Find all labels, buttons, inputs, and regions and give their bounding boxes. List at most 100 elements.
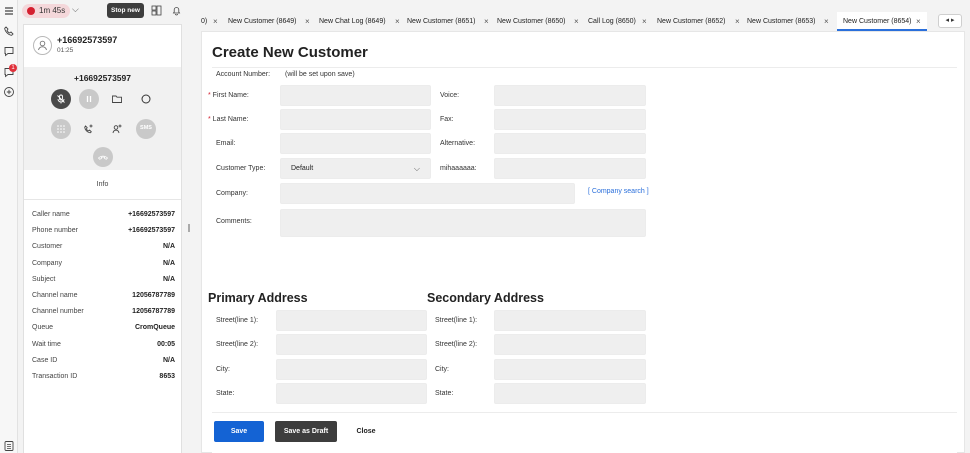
tab-item[interactable]: New Chat Log (8649) × bbox=[319, 12, 407, 31]
close-icon[interactable]: × bbox=[642, 12, 647, 31]
tab-scroll-arrows[interactable]: ◂ ▸ bbox=[938, 14, 962, 28]
detail-key: Channel number bbox=[32, 308, 84, 315]
chevron-down-icon[interactable]: ⌵ bbox=[72, 4, 79, 15]
alternative-input[interactable] bbox=[494, 133, 646, 154]
record-button[interactable] bbox=[136, 89, 156, 109]
alternative-label: Alternative: bbox=[440, 140, 476, 147]
detail-key: Caller name bbox=[32, 211, 70, 218]
primary-street1-input[interactable] bbox=[276, 310, 427, 331]
voice-label: Voice: bbox=[440, 92, 460, 99]
add-participant-button[interactable] bbox=[107, 119, 127, 139]
sms-label: SMS bbox=[140, 125, 152, 131]
dialpad-button[interactable] bbox=[51, 119, 71, 139]
detail-row: Caller name +16692573597 bbox=[32, 211, 175, 222]
primary-street1-label: Street(line 1): bbox=[216, 317, 259, 324]
fax-input[interactable] bbox=[494, 109, 646, 130]
detail-row: Case ID N/A bbox=[32, 357, 175, 368]
close-icon[interactable]: × bbox=[735, 12, 740, 31]
detail-value: 00:05 bbox=[157, 341, 175, 348]
tab-item[interactable]: New Customer (8651) × bbox=[407, 12, 497, 31]
close-icon[interactable]: × bbox=[213, 12, 218, 31]
secondary-city-input[interactable] bbox=[494, 359, 646, 380]
primary-street2-label: Street(line 2): bbox=[216, 341, 259, 348]
mute-button[interactable] bbox=[51, 89, 71, 109]
tab-item[interactable]: New Customer (8650) × bbox=[497, 12, 587, 31]
tab-item-active[interactable]: New Customer (8654) × bbox=[837, 12, 927, 31]
secondary-address-title: Secondary Address bbox=[427, 291, 544, 305]
phone-icon[interactable] bbox=[3, 25, 15, 37]
mic-off-icon bbox=[57, 94, 65, 104]
stop-new-button[interactable]: Stop new bbox=[107, 3, 144, 18]
company-input[interactable] bbox=[280, 183, 575, 204]
comments-label: Comments: bbox=[216, 218, 252, 225]
close-icon[interactable]: × bbox=[824, 12, 829, 31]
tab-item[interactable]: New Customer (8653) × bbox=[747, 12, 835, 31]
folder-button[interactable] bbox=[107, 89, 127, 109]
save-as-draft-button[interactable]: Save as Draft bbox=[275, 421, 337, 442]
custom-field-input[interactable] bbox=[494, 158, 646, 179]
detail-value: CromQueue bbox=[134, 324, 175, 331]
sms-button[interactable]: SMS bbox=[136, 119, 156, 139]
secondary-state-label: State: bbox=[435, 390, 454, 397]
transfer-call-button[interactable] bbox=[79, 119, 99, 139]
secondary-street1-input[interactable] bbox=[494, 310, 646, 331]
hold-button[interactable] bbox=[79, 89, 99, 109]
contacts-book-icon[interactable] bbox=[3, 440, 15, 452]
tab-item[interactable]: 0) × bbox=[201, 12, 225, 31]
add-circle-icon[interactable] bbox=[3, 86, 15, 98]
detail-value: 12056787789 bbox=[132, 308, 175, 315]
detail-row: Wait time 00:05 bbox=[32, 341, 175, 352]
tab-label: 0) bbox=[201, 18, 208, 25]
tab-label: New Customer (8651) bbox=[407, 18, 476, 25]
company-search-link[interactable]: [ Company search ] bbox=[588, 188, 649, 195]
detail-key: Customer bbox=[32, 243, 63, 250]
info-tab[interactable]: Info bbox=[24, 170, 181, 200]
add-user-icon bbox=[112, 124, 122, 134]
email-input[interactable] bbox=[280, 133, 431, 154]
close-icon[interactable]: × bbox=[484, 12, 489, 31]
detail-row: Subject N/A bbox=[32, 276, 175, 287]
contact-number: +16692573597 bbox=[57, 35, 118, 45]
layout-icon[interactable] bbox=[151, 5, 163, 17]
tab-label: New Chat Log (8649) bbox=[319, 18, 386, 25]
call-topbar: 1m 45s ⌵ Stop new bbox=[18, 0, 185, 22]
call-timer-pill[interactable]: 1m 45s bbox=[22, 4, 70, 18]
save-button[interactable]: Save bbox=[214, 421, 264, 442]
secondary-city-label: City: bbox=[435, 366, 449, 373]
tab-item[interactable]: New Customer (8649) × bbox=[228, 12, 318, 31]
secondary-street2-input[interactable] bbox=[494, 334, 646, 355]
close-icon[interactable]: × bbox=[574, 12, 579, 31]
primary-state-input[interactable] bbox=[276, 383, 427, 404]
tab-item[interactable]: New Customer (8652) × bbox=[657, 12, 747, 31]
detail-row: Queue CromQueue bbox=[32, 324, 175, 335]
detail-value: N/A bbox=[162, 357, 175, 364]
tab-label: New Customer (8654) bbox=[843, 18, 912, 25]
detail-key: Case ID bbox=[32, 357, 58, 364]
tab-item[interactable]: Call Log (8650) × bbox=[588, 12, 654, 31]
primary-city-input[interactable] bbox=[276, 359, 427, 380]
primary-street2-input[interactable] bbox=[276, 334, 427, 355]
close-button[interactable]: Close bbox=[348, 421, 384, 442]
last-name-input[interactable] bbox=[280, 109, 431, 130]
bell-icon[interactable] bbox=[171, 5, 183, 17]
close-icon[interactable]: × bbox=[305, 12, 310, 31]
secondary-state-input[interactable] bbox=[494, 383, 646, 404]
hangup-button[interactable] bbox=[93, 147, 113, 167]
close-icon[interactable]: × bbox=[395, 12, 400, 31]
dialpad-icon bbox=[57, 125, 65, 133]
form-footer: Save Save as Draft Close bbox=[212, 412, 957, 453]
company-label: Company: bbox=[216, 190, 248, 197]
folder-icon bbox=[112, 95, 122, 103]
menu-icon[interactable] bbox=[3, 5, 15, 17]
panel-resize-handle[interactable] bbox=[188, 224, 190, 232]
customer-type-select[interactable]: Default ⌵ bbox=[280, 158, 431, 179]
detail-row: Phone number +16692573597 bbox=[32, 227, 175, 238]
first-name-input[interactable] bbox=[280, 85, 431, 106]
customer-type-value: Default bbox=[291, 165, 314, 172]
detail-value: 8653 bbox=[159, 373, 175, 380]
detail-value: 12056787789 bbox=[132, 292, 175, 299]
comments-textarea[interactable] bbox=[280, 209, 646, 237]
close-icon[interactable]: × bbox=[916, 12, 921, 31]
voice-input[interactable] bbox=[494, 85, 646, 106]
chat-icon[interactable] bbox=[3, 45, 15, 57]
